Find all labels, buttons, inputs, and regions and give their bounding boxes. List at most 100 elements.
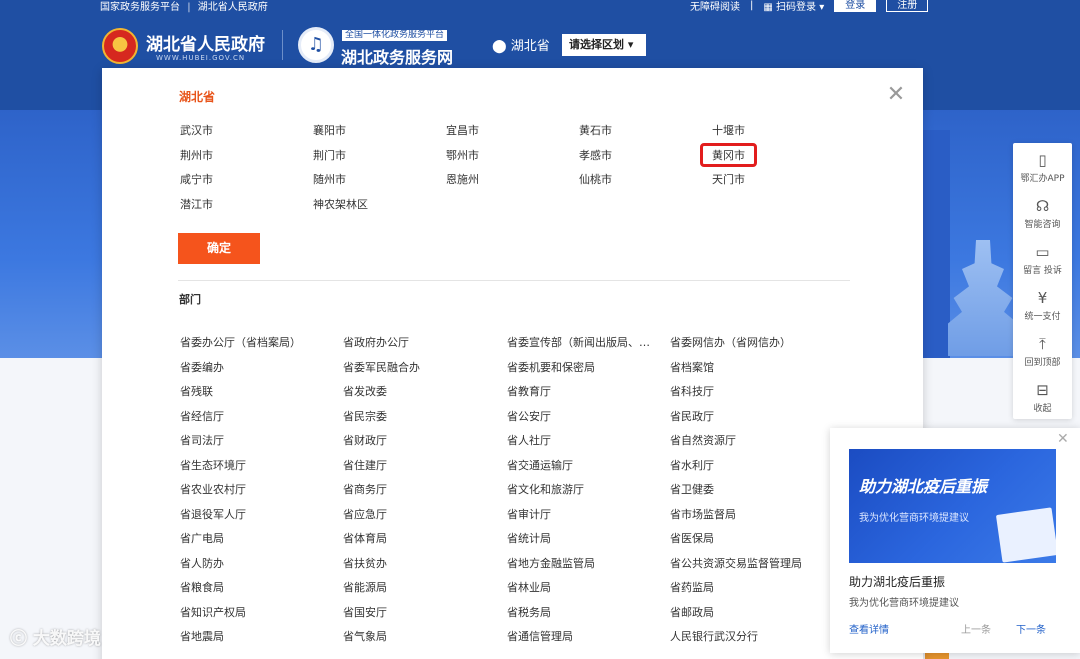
toolbar-item[interactable]: ¥ 统一支付 — [1013, 287, 1072, 333]
department-link[interactable]: 省人社厅 — [507, 432, 551, 448]
previous-link[interactable]: 上一条 — [961, 621, 991, 636]
department-link[interactable]: 省科技厅 — [670, 383, 714, 399]
register-button[interactable]: 注册 — [886, 0, 929, 12]
toolbar-item[interactable]: ⤒ 回到顶部 — [1013, 333, 1072, 379]
divider — [282, 30, 283, 60]
department-link[interactable]: 省委宣传部（新闻出版局、电影局） — [507, 334, 659, 350]
department-link[interactable]: 省审计厅 — [507, 506, 551, 522]
location-label: 湖北省 — [510, 39, 550, 54]
department-link[interactable]: 省扶贫办 — [343, 555, 387, 571]
department-link[interactable]: 省住建厅 — [343, 457, 387, 473]
department-link[interactable]: 省公共资源交易监督管理局 — [670, 555, 802, 571]
department-link[interactable]: 省能源局 — [343, 579, 387, 595]
city-option[interactable]: 宜昌市 — [446, 122, 479, 138]
department-link[interactable]: 省粮食局 — [180, 579, 224, 595]
watermark: ⓒ 大数跨境 — [10, 624, 101, 649]
department-link[interactable]: 省广电局 — [180, 530, 224, 546]
department-link[interactable]: 省自然资源厅 — [670, 432, 736, 448]
department-link[interactable]: 省地方金融监管局 — [507, 555, 595, 571]
department-link[interactable]: 省统计局 — [507, 530, 551, 546]
service-name[interactable]: 湖北政务服务网 — [341, 44, 453, 68]
toolbar-item[interactable]: ⊟ 收起 — [1013, 379, 1072, 425]
promo-title[interactable]: 助力湖北疫后重振 — [849, 573, 945, 590]
department-link[interactable]: 省委办公厅（省档案局） — [180, 334, 301, 350]
department-link[interactable]: 省体育局 — [343, 530, 387, 546]
link-hubei-gov[interactable]: 湖北省人民政府 — [198, 2, 268, 13]
back-to-top-icon: ⤒ — [1039, 335, 1046, 353]
department-link[interactable]: 省民政厅 — [670, 408, 714, 424]
department-link[interactable]: 省档案馆 — [670, 359, 714, 375]
city-option[interactable]: 鄂州市 — [446, 147, 479, 163]
department-link[interactable]: 省水利厅 — [670, 457, 714, 473]
department-link[interactable]: 省人防办 — [180, 555, 224, 571]
department-link[interactable]: 省气象局 — [343, 628, 387, 644]
department-link[interactable]: 省委编办 — [180, 359, 224, 375]
toolbar-item[interactable]: ▭ 留言 投诉 — [1013, 241, 1072, 287]
gov-url: WWW.HUBEI.GOV.CN — [156, 54, 246, 62]
separator: | — [187, 2, 191, 13]
department-link[interactable]: 人民银行武汉分行 — [670, 628, 758, 644]
qr-icon: ▦ — [763, 2, 773, 13]
department-link[interactable]: 省委网信办（省网信办） — [670, 334, 791, 350]
department-link[interactable]: 省国安厅 — [343, 604, 387, 620]
department-link[interactable]: 省税务局 — [507, 604, 551, 620]
department-link[interactable]: 省交通运输厅 — [507, 457, 573, 473]
city-option[interactable]: 十堰市 — [712, 122, 745, 138]
department-link[interactable]: 省地震局 — [180, 628, 224, 644]
department-link[interactable]: 省公安厅 — [507, 408, 551, 424]
city-option[interactable]: 孝感市 — [579, 147, 612, 163]
department-link[interactable]: 省医保局 — [670, 530, 714, 546]
city-option[interactable]: 荆州市 — [180, 147, 213, 163]
toolbar-item[interactable]: ☊ 智能咨询 — [1013, 195, 1072, 241]
department-link[interactable]: 省文化和旅游厅 — [507, 481, 584, 497]
department-link[interactable]: 省经信厅 — [180, 408, 224, 424]
department-link[interactable]: 省委军民融合办 — [343, 359, 420, 375]
department-link[interactable]: 省残联 — [180, 383, 213, 399]
promo-image[interactable]: 助力湖北疫后重振 我为优化营商环境提建议 — [849, 449, 1056, 563]
city-option[interactable]: 咸宁市 — [180, 171, 213, 187]
login-button[interactable]: 登录 — [834, 0, 877, 12]
department-link[interactable]: 省药监局 — [670, 579, 714, 595]
department-link[interactable]: 省知识产权局 — [180, 604, 246, 620]
city-option[interactable]: 恩施州 — [446, 171, 479, 187]
department-link[interactable]: 省农业农村厅 — [180, 481, 246, 497]
department-link[interactable]: 省应急厅 — [343, 506, 387, 522]
department-link[interactable]: 省发改委 — [343, 383, 387, 399]
department-link[interactable]: 省市场监督局 — [670, 506, 736, 522]
view-details-link[interactable]: 查看详情 — [849, 621, 889, 636]
department-link[interactable]: 省卫健委 — [670, 481, 714, 497]
scan-login-link[interactable]: ▦ 扫码登录 ▾ — [763, 0, 824, 13]
city-option[interactable]: 武汉市 — [180, 122, 213, 138]
department-link[interactable]: 省教育厅 — [507, 383, 551, 399]
department-link[interactable]: 省林业局 — [507, 579, 551, 595]
department-link[interactable]: 省退役军人厅 — [180, 506, 246, 522]
accessibility-link[interactable]: 无障碍阅读 — [690, 0, 740, 13]
city-option[interactable]: 仙桃市 — [579, 171, 612, 187]
close-icon[interactable]: ✕ — [885, 84, 907, 106]
department-link[interactable]: 省民宗委 — [343, 408, 387, 424]
department-link[interactable]: 省通信管理局 — [507, 628, 573, 644]
city-option[interactable]: 潜江市 — [180, 196, 213, 212]
department-link[interactable]: 省委机要和保密局 — [507, 359, 595, 375]
department-link[interactable]: 省商务厅 — [343, 481, 387, 497]
confirm-button[interactable]: 确定 — [178, 233, 260, 264]
city-option-selected[interactable]: 黄冈市 — [700, 142, 757, 167]
city-option[interactable]: 黄石市 — [579, 122, 612, 138]
link-national-platform[interactable]: 国家政务服务平台 — [100, 2, 180, 13]
gov-name[interactable]: 湖北省人民政府 — [146, 30, 265, 55]
department-link[interactable]: 省财政厅 — [343, 432, 387, 448]
department-link[interactable]: 省邮政局 — [670, 604, 714, 620]
city-option[interactable]: 神农架林区 — [313, 196, 368, 212]
city-option[interactable]: 天门市 — [712, 171, 745, 187]
service-tag: 全国一体化政务服务平台 — [342, 30, 448, 41]
close-icon[interactable]: ✕ — [1057, 431, 1069, 447]
city-option[interactable]: 随州市 — [313, 171, 346, 187]
region-select[interactable]: 请选择区划 ▾ — [562, 34, 646, 56]
next-link[interactable]: 下一条 — [1016, 621, 1046, 636]
department-link[interactable]: 省生态环境厅 — [180, 457, 246, 473]
department-link[interactable]: 省政府办公厅 — [343, 334, 409, 350]
department-link[interactable]: 省司法厅 — [180, 432, 224, 448]
city-option[interactable]: 襄阳市 — [313, 122, 346, 138]
city-option[interactable]: 荆门市 — [313, 147, 346, 163]
toolbar-item[interactable]: ▯ 鄂汇办APP — [1013, 149, 1072, 195]
